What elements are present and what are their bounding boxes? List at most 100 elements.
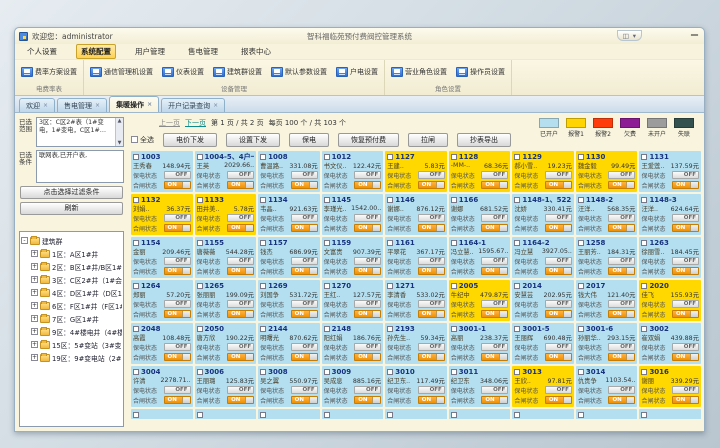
room-checkbox[interactable] bbox=[451, 326, 457, 332]
room-checkbox[interactable] bbox=[324, 240, 330, 246]
keep-power-toggle[interactable]: OFF bbox=[164, 343, 191, 351]
select-all-checkbox[interactable] bbox=[131, 136, 138, 143]
room-card[interactable] bbox=[258, 409, 320, 419]
tab-1[interactable]: 欢迎× bbox=[19, 98, 55, 112]
switch-status-toggle[interactable]: ON bbox=[545, 396, 572, 404]
room-card[interactable] bbox=[639, 409, 701, 419]
next-page-link[interactable]: 下一页 bbox=[185, 118, 206, 128]
keep-power-toggle[interactable]: OFF bbox=[227, 171, 254, 179]
room-checkbox[interactable] bbox=[578, 240, 584, 246]
room-checkbox[interactable] bbox=[641, 197, 647, 203]
menu-item-2[interactable]: 系统配置 bbox=[76, 44, 116, 59]
room-card[interactable]: 1008曹温路..331.08元保电状态OFF合闸状态ON bbox=[258, 151, 320, 192]
room-checkbox[interactable] bbox=[387, 369, 393, 375]
room-checkbox[interactable] bbox=[387, 412, 393, 418]
room-card[interactable]: 1130魏金毅99.49元保电状态OFF合闸状态ON bbox=[576, 151, 638, 192]
room-checkbox[interactable] bbox=[260, 154, 266, 160]
switch-status-toggle[interactable]: ON bbox=[608, 267, 635, 275]
room-card[interactable]: 2148阳红娟186.76元保电状态OFF合闸状态ON bbox=[322, 323, 384, 364]
tab-3[interactable]: 集暖操作× bbox=[109, 96, 159, 112]
room-checkbox[interactable] bbox=[514, 154, 520, 160]
switch-status-toggle[interactable]: ON bbox=[354, 353, 381, 361]
room-card[interactable]: 1012书文仪..122.42元保电状态OFF合闸状态ON bbox=[322, 151, 384, 192]
room-checkbox[interactable] bbox=[578, 283, 584, 289]
switch-status-toggle[interactable]: ON bbox=[418, 396, 445, 404]
ribbon-button[interactable]: 默认参数设置 bbox=[270, 66, 328, 78]
room-checkbox[interactable] bbox=[514, 283, 520, 289]
room-checkbox[interactable] bbox=[451, 369, 457, 375]
keep-power-toggle[interactable]: OFF bbox=[227, 257, 254, 265]
room-card[interactable]: 3001-6孙丽华..293.15元保电状态OFF合闸状态ON bbox=[576, 323, 638, 364]
room-card[interactable]: 1134韦晶..921.63元保电状态OFF合闸状态ON bbox=[258, 194, 320, 235]
switch-status-toggle[interactable]: ON bbox=[672, 224, 699, 232]
tab-2[interactable]: 售电管理× bbox=[57, 98, 107, 112]
choose-filter-button[interactable]: 点击选择过滤条件 bbox=[20, 186, 123, 199]
keep-power-toggle[interactable]: OFF bbox=[481, 171, 508, 179]
room-card[interactable] bbox=[322, 409, 384, 419]
menu-item-5[interactable]: 报表中心 bbox=[237, 45, 275, 58]
room-checkbox[interactable] bbox=[578, 412, 584, 418]
switch-status-toggle[interactable]: ON bbox=[545, 267, 572, 275]
switch-status-toggle[interactable]: ON bbox=[164, 181, 191, 189]
ribbon-button[interactable]: 通信管理机设置 bbox=[89, 66, 154, 78]
action-button[interactable]: 恢复预付费 bbox=[338, 133, 399, 147]
ribbon-button[interactable]: 操作员设置 bbox=[455, 66, 506, 78]
tree-expander-icon[interactable]: + bbox=[31, 263, 38, 270]
switch-status-toggle[interactable]: ON bbox=[354, 396, 381, 404]
switch-status-toggle[interactable]: ON bbox=[164, 396, 191, 404]
room-checkbox[interactable] bbox=[324, 412, 330, 418]
room-card[interactable]: 1270王红..127.57元保电状态OFF合闸状态ON bbox=[322, 280, 384, 321]
room-checkbox[interactable] bbox=[324, 154, 330, 160]
tree-item-3[interactable]: +3区：C区2#井（1#会 bbox=[21, 273, 122, 286]
keep-power-toggle[interactable]: OFF bbox=[545, 257, 572, 265]
keep-power-toggle[interactable]: OFF bbox=[164, 214, 191, 222]
tree-root[interactable]: -建筑群 bbox=[21, 234, 122, 247]
chevron-down-icon[interactable]: ▾ bbox=[633, 32, 636, 40]
keep-power-toggle[interactable]: OFF bbox=[608, 386, 635, 394]
switch-status-toggle[interactable]: ON bbox=[608, 224, 635, 232]
room-card[interactable]: 1265张丽丽199.09元保电状态OFF合闸状态ON bbox=[195, 280, 257, 321]
room-checkbox[interactable] bbox=[260, 283, 266, 289]
room-card[interactable]: 3001-5王丽辉690.48元保电状态OFF合闸状态ON bbox=[512, 323, 574, 364]
keep-power-toggle[interactable]: OFF bbox=[291, 171, 318, 179]
keep-power-toggle[interactable]: OFF bbox=[354, 343, 381, 351]
room-checkbox[interactable] bbox=[451, 197, 457, 203]
room-card[interactable]: 1133田井美..5.78元保电状态OFF合闸状态ON bbox=[195, 194, 257, 235]
switch-status-toggle[interactable]: ON bbox=[418, 310, 445, 318]
room-card[interactable]: 3014仇贵争1103.54..保电状态OFF合闸状态ON bbox=[576, 366, 638, 407]
keep-power-toggle[interactable]: OFF bbox=[227, 214, 254, 222]
room-card[interactable] bbox=[195, 409, 257, 419]
room-card[interactable]: 1132刘娟..36.37元保电状态OFF合闸状态ON bbox=[131, 194, 193, 235]
action-button[interactable]: 设置下发 bbox=[226, 133, 280, 147]
room-checkbox[interactable] bbox=[387, 283, 393, 289]
switch-status-toggle[interactable]: ON bbox=[354, 224, 381, 232]
switch-status-toggle[interactable]: ON bbox=[418, 353, 445, 361]
keep-power-toggle[interactable]: OFF bbox=[164, 257, 191, 265]
keep-power-toggle[interactable]: OFF bbox=[672, 171, 699, 179]
ribbon-button[interactable]: 仪表设置 bbox=[161, 66, 205, 78]
room-card[interactable]: 1148-2汪洋..568.35元保电状态OFF合闸状态ON bbox=[576, 194, 638, 235]
room-checkbox[interactable] bbox=[260, 197, 266, 203]
action-button[interactable]: 保电 bbox=[289, 133, 329, 147]
tree-expander-icon[interactable]: + bbox=[31, 341, 38, 348]
listbox-scrollbar[interactable]: ▲▼ bbox=[115, 118, 123, 146]
room-checkbox[interactable] bbox=[133, 283, 139, 289]
tree-item-5[interactable]: +6区：F区1#井（F区1# bbox=[21, 299, 122, 312]
room-card[interactable]: 3002崔双娟439.88元保电状态OFF合闸状态ON bbox=[639, 323, 701, 364]
room-card[interactable] bbox=[385, 409, 447, 419]
action-button[interactable]: 拉闸 bbox=[408, 133, 448, 147]
room-card[interactable]: 1129郝小雪..19.23元保电状态OFF合闸状态ON bbox=[512, 151, 574, 192]
keep-power-toggle[interactable]: OFF bbox=[164, 171, 191, 179]
keep-power-toggle[interactable]: OFF bbox=[608, 214, 635, 222]
tree-item-7[interactable]: +9区：4#楼电井（4#楼 bbox=[21, 325, 122, 338]
tree-item-9[interactable]: +19区：9#变电站（2# bbox=[21, 351, 122, 364]
keep-power-toggle[interactable]: OFF bbox=[608, 300, 635, 308]
ribbon-button[interactable]: 户电设置 bbox=[335, 66, 379, 78]
keep-power-toggle[interactable]: OFF bbox=[672, 214, 699, 222]
room-checkbox[interactable] bbox=[197, 154, 203, 160]
tab-close-icon[interactable]: × bbox=[213, 102, 218, 109]
room-card[interactable]: 2017钱大伟121.40元保电状态OFF合闸状态ON bbox=[576, 280, 638, 321]
switch-status-toggle[interactable]: ON bbox=[545, 310, 572, 318]
room-checkbox[interactable] bbox=[260, 369, 266, 375]
switch-status-toggle[interactable]: ON bbox=[481, 353, 508, 361]
